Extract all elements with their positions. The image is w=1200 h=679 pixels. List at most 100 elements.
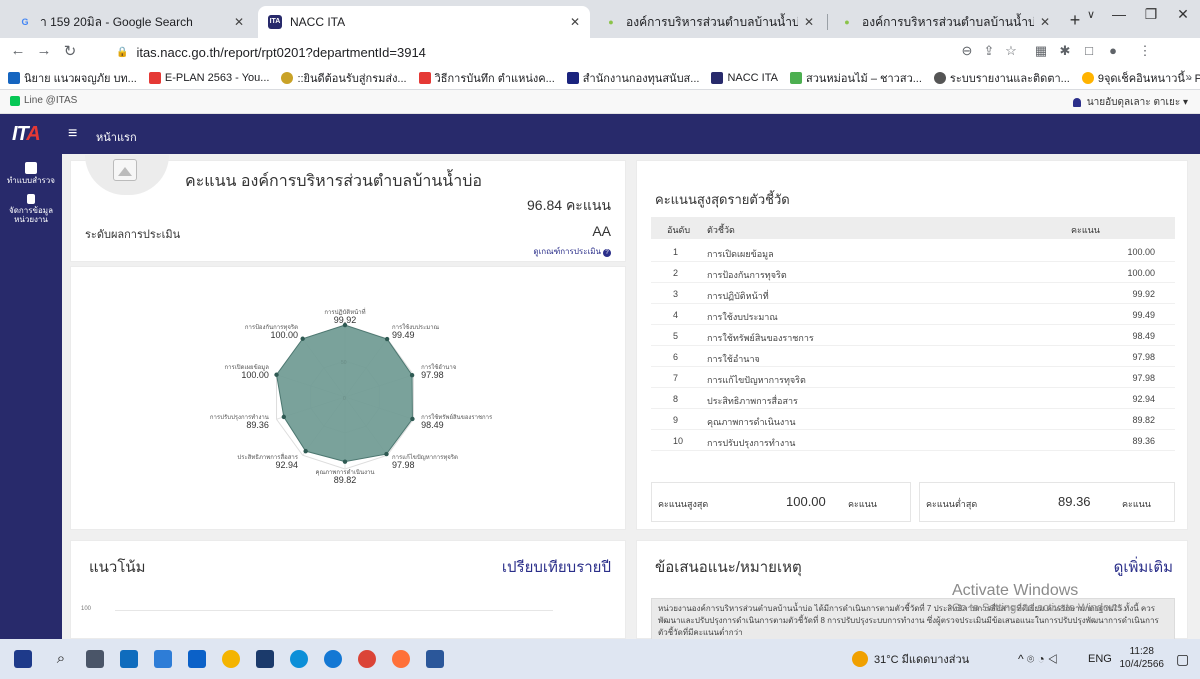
home-link[interactable]: หน้าแรก — [96, 128, 137, 146]
bookmark-item[interactable]: 9จุดเช็คอินหนาวนี้ - P... — [1081, 69, 1200, 87]
max-value: 100.00 — [786, 494, 826, 509]
star-icon[interactable]: ☆ — [1002, 43, 1020, 59]
document-icon — [27, 194, 35, 204]
tab-obt-2[interactable]: ● องค์การบริหารส่วนตำบลบ้านน้ำบ่อ หมู่ ✕ — [830, 6, 1060, 38]
table-header: อันดับ ตัวชี้วัด คะแนน — [651, 217, 1175, 239]
chrome-icon[interactable] — [358, 650, 376, 668]
app-icon[interactable] — [256, 650, 274, 668]
app-icon[interactable] — [222, 650, 240, 668]
sidebar-item-survey[interactable]: ทำแบบสำรวจ — [0, 162, 62, 185]
tab-search-icon[interactable]: ∨ — [1076, 8, 1106, 21]
search-icon[interactable]: ⌕ — [52, 650, 70, 668]
zoom-icon[interactable]: ⊖ — [958, 43, 976, 59]
tab-obt-1[interactable]: ● องค์การบริหารส่วนตำบลบ้านน้ำบ่อ หมู่ ✕ — [594, 6, 824, 38]
survey-icon — [25, 162, 37, 174]
store-icon[interactable] — [154, 650, 172, 668]
site-header: ITA ≡ หน้าแรก — [0, 114, 1200, 154]
windows-start-icon[interactable] — [14, 650, 32, 668]
score-cell: 99.92 — [1132, 289, 1155, 299]
clock[interactable]: 11:28 10/4/2566 — [1120, 645, 1165, 671]
task-view-icon[interactable] — [86, 650, 104, 668]
tray-icons[interactable]: ^ ⌾ ◔ ◁ — [1018, 639, 1058, 679]
score-cell: 98.49 — [1132, 331, 1155, 341]
bookmark-item[interactable]: ::ยินดีต้อนรับสู่กรมส่ง... — [281, 69, 407, 87]
rank-cell: 10 — [673, 436, 684, 446]
menu-icon[interactable]: ⋮ — [1136, 43, 1154, 59]
bell-icon — [1072, 98, 1081, 107]
score-cell: 100.00 — [1127, 268, 1155, 278]
table-row: 4 การใช้งบประมาณ 99.49 — [651, 304, 1175, 325]
radar-value-label: 97.98 — [421, 370, 444, 381]
forward-icon[interactable]: → — [34, 42, 54, 59]
profile-icon[interactable]: ● — [1104, 43, 1122, 58]
sidebar: ทำแบบสำรวจ จัดการข้อมูลหน่วยงาน — [0, 154, 62, 639]
word-icon[interactable] — [426, 650, 444, 668]
ranking-card: คะแนนสูงสุดรายตัวชี้วัด อันดับ ตัวชี้วัด… — [636, 160, 1188, 530]
notes-text: หน่วยงานองค์การบริหารส่วนตำบลบ้านน้ำบ่อ … — [651, 598, 1175, 643]
weather-widget[interactable]: 31°C มีแดดบางส่วน — [852, 639, 969, 679]
org-score-title: คะแนน องค์การบริหารส่วนตำบลบ้านน้ำบ่อ — [185, 173, 482, 190]
bookmark-item[interactable]: ระบบรายงานและติดตา... — [933, 69, 1070, 87]
address-bar: ← → ↻ 🔒 itas.nacc.go.th/report/rpt0201?d… — [0, 38, 1200, 66]
radar-chart-card: 0 50 การปฏิบัติหน้าที่ 99.92 การใช้งบประมาณ… — [70, 266, 626, 530]
puzzle-icon[interactable]: ✱ — [1056, 43, 1074, 59]
min-label: คะแนนต่ำสุด — [926, 499, 978, 509]
bookmark-icon — [8, 71, 20, 84]
close-icon[interactable]: ✕ — [234, 15, 244, 29]
ita-logo[interactable]: ITA — [12, 123, 41, 146]
ie-icon[interactable] — [324, 650, 342, 668]
trend-y-tick: 100 — [81, 606, 92, 612]
radar-value-label: 89.36 — [246, 419, 269, 430]
hamburger-icon[interactable]: ≡ — [68, 125, 77, 143]
sidebar-item-manage[interactable]: จัดการข้อมูลหน่วยงาน — [0, 194, 62, 224]
total-score: 96.84 คะแนน — [527, 197, 611, 213]
back-icon[interactable]: ← — [8, 42, 28, 59]
site-icon: ● — [608, 17, 614, 27]
share-icon[interactable]: ⇪ — [980, 43, 998, 59]
mail-icon[interactable] — [188, 650, 206, 668]
table-row: 3 การปฏิบัติหน้าที่ 99.92 — [651, 283, 1175, 304]
trend-title: แนวโน้ม — [89, 559, 146, 576]
close-icon[interactable]: ✕ — [804, 15, 814, 29]
radar-tick-label: 0 — [343, 396, 346, 402]
indicator-cell: การใช้ทรัพย์สินของราชการ — [707, 333, 814, 343]
user-menu[interactable]: นายอับดุลเลาะ ตาเยะ ▾ — [1072, 95, 1188, 110]
criteria-link[interactable]: ดูเกณฑ์การประเมิน? — [533, 245, 611, 258]
more-bookmarks-icon[interactable]: » — [1185, 70, 1192, 84]
table-row: 5 การใช้ทรัพย์สินของราชการ 98.49 — [651, 325, 1175, 346]
see-more-link[interactable]: ดูเพิ่มเติม — [1114, 555, 1173, 579]
firefox-icon[interactable] — [392, 650, 410, 668]
extension-icon[interactable]: ▦ — [1032, 43, 1050, 59]
language-indicator[interactable]: ENG — [1088, 639, 1112, 679]
tab-google-search[interactable]: G า 159 20มิล - Google Search ✕ — [8, 6, 254, 38]
radar-value-label: 98.49 — [421, 419, 444, 430]
notification-icon[interactable]: ▢ — [1176, 639, 1189, 679]
bookmark-item[interactable]: วิธีการบันทึก ตำแหน่งค... — [418, 69, 555, 87]
sidepanel-icon[interactable]: □ — [1080, 43, 1098, 58]
radar-value-label: 99.92 — [333, 315, 357, 325]
bookmark-item[interactable]: NACC ITA — [711, 71, 778, 84]
site-top-strip: Line @ITAS นายอับดุลเลาะ ตาเยะ ▾ — [0, 90, 1200, 114]
minimize-icon[interactable]: — — [1104, 6, 1134, 22]
bookmark-item[interactable]: E-PLAN 2563 - You... — [148, 71, 269, 84]
url-input[interactable]: 🔒 itas.nacc.go.th/report/rpt0201?departm… — [104, 40, 984, 64]
col-score: คะแนน — [1071, 225, 1100, 235]
leaf-icon — [789, 71, 802, 84]
close-icon[interactable]: ✕ — [1040, 15, 1050, 29]
score-cell: 89.36 — [1132, 436, 1155, 446]
line-link[interactable]: Line @ITAS — [10, 95, 77, 106]
tab-title: องค์การบริหารส่วนตำบลบ้านน้ำบ่อ หมู่ — [862, 14, 1034, 29]
bookmark-item[interactable]: สวนหม่อนไม้ – ชาวสว... — [789, 69, 922, 87]
bookmark-item[interactable]: สำนักงานกองทุนสนับส... — [566, 69, 699, 87]
edge-icon[interactable] — [290, 650, 308, 668]
close-window-icon[interactable]: ✕ — [1168, 6, 1198, 23]
tab-nacc-ita[interactable]: ITA NACC ITA ✕ — [258, 6, 590, 38]
url-text: itas.nacc.go.th/report/rpt0201?departmen… — [136, 44, 426, 60]
reload-icon[interactable]: ↻ — [60, 42, 80, 60]
compare-yearly-link[interactable]: เปรียบเทียบรายปี — [502, 555, 611, 579]
close-icon[interactable]: ✕ — [570, 15, 580, 29]
bookmark-item[interactable]: นิยาย แนวผจญภัย บท... — [8, 69, 137, 87]
app-icon[interactable] — [120, 650, 138, 668]
maximize-icon[interactable]: ❐ — [1136, 6, 1166, 23]
indicator-cell: คุณภาพการดำเนินงาน — [707, 417, 796, 427]
